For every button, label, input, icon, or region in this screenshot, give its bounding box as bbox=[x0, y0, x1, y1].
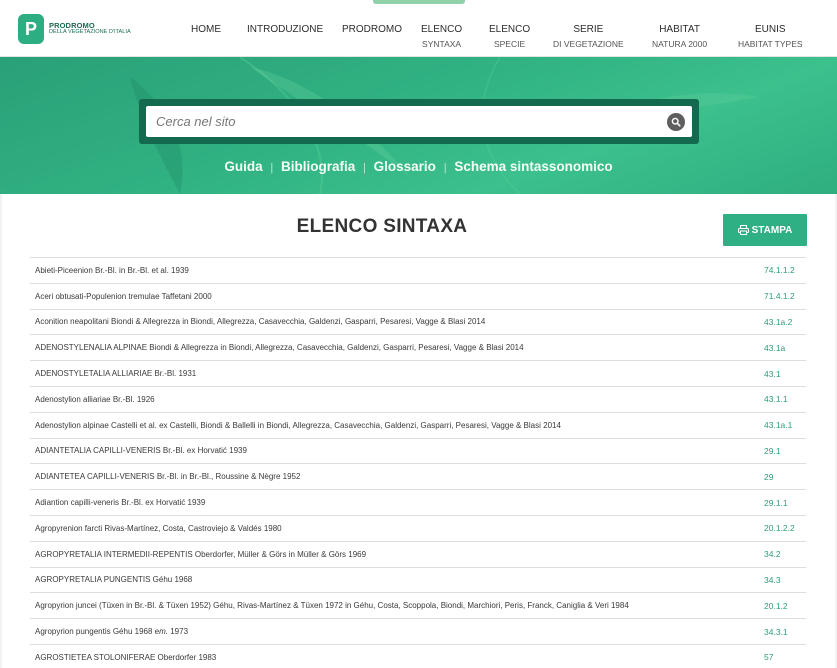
syntaxon-code[interactable]: 34.3 bbox=[764, 575, 781, 585]
syntaxon-code[interactable]: 34.3.1 bbox=[764, 627, 788, 637]
syntaxon-name[interactable]: ADIANTETALIA CAPILLI-VENERIS Br.-Bl. ex … bbox=[30, 446, 247, 455]
syntaxon-name[interactable]: Adenostylion alpinae Castelli et al. ex … bbox=[30, 421, 561, 430]
nav-sublabel: DI VEGETAZIONE bbox=[553, 39, 624, 49]
syntaxon-code[interactable]: 20.1.2.2 bbox=[764, 523, 795, 533]
table-row: ADIANTETALIA CAPILLI-VENERIS Br.-Bl. ex … bbox=[30, 437, 806, 464]
table-row: Abieti-Piceenion Br.-Bl. in Br.-Bl. et a… bbox=[30, 257, 806, 283]
nav-label: PRODROMO bbox=[342, 24, 402, 35]
print-label: STAMPA bbox=[751, 224, 793, 236]
link-glossario[interactable]: Glossario bbox=[374, 159, 436, 174]
syntaxon-name[interactable]: ADIANTETEA CAPILLI-VENERIS Br.-Bl. in Br… bbox=[30, 472, 300, 481]
nav-elenco-specie[interactable]: ELENCO SPECIE bbox=[489, 24, 530, 49]
table-row: AGROPYRETALIA INTERMEDII-REPENTIS Oberdo… bbox=[30, 540, 806, 567]
syntaxon-code[interactable]: 43.1 bbox=[764, 369, 781, 379]
syntaxon-name[interactable]: Agropyrenion farcti Rivas-Martínez, Cost… bbox=[30, 524, 282, 533]
link-guida[interactable]: Guida bbox=[224, 159, 262, 174]
syntaxon-name[interactable]: Aconition neapolitani Biondi & Allegrezz… bbox=[30, 317, 485, 326]
nav-sublabel: SPECIE bbox=[493, 39, 526, 49]
nav-label: EUNIS bbox=[755, 24, 786, 35]
nav-elenco-syntaxa[interactable]: ELENCO SYNTAXA bbox=[421, 24, 462, 49]
link-bibliografia[interactable]: Bibliografia bbox=[281, 159, 355, 174]
table-row: Aconition neapolitani Biondi & Allegrezz… bbox=[30, 308, 806, 335]
table-row: AGROSTIETEA STOLONIFERAE Oberdorfer 1983… bbox=[30, 643, 806, 668]
syntaxon-name[interactable]: Agropyrion pungentis Géhu 1968 em. 1973 bbox=[30, 627, 188, 636]
table-row: Adiantion capilli-veneris Br.-Bl. ex Hor… bbox=[30, 489, 806, 515]
nav-label: ELENCO bbox=[489, 24, 531, 35]
nav-serie-vegetazione[interactable]: SERIE DI VEGETAZIONE bbox=[553, 24, 624, 49]
nav-label: HOME bbox=[191, 24, 221, 35]
syntaxon-code[interactable]: 43.1.1 bbox=[764, 394, 788, 404]
link-separator: | bbox=[443, 162, 447, 174]
link-schema-sintassonomico[interactable]: Schema sintassonomico bbox=[454, 159, 612, 174]
hero-quick-links: Guida | Bibliografia | Glossario | Schem… bbox=[0, 159, 837, 174]
print-icon bbox=[737, 225, 749, 235]
nav-sublabel: NATURA 2000 bbox=[652, 39, 708, 49]
link-separator: | bbox=[270, 162, 274, 174]
syntaxon-name[interactable]: AGROPYRETALIA INTERMEDII-REPENTIS Oberdo… bbox=[30, 550, 366, 559]
print-button[interactable]: STAMPA bbox=[723, 214, 807, 246]
hero-banner: Guida | Bibliografia | Glossario | Schem… bbox=[0, 57, 837, 194]
nav-home[interactable]: HOME bbox=[191, 24, 221, 36]
link-separator: | bbox=[363, 162, 366, 174]
nav-label: HABITAT bbox=[659, 24, 700, 35]
nav-sublabel: HABITAT TYPES bbox=[738, 39, 803, 49]
syntaxon-name[interactable]: ADENOSTYLETALIA ALLIARIAE Br.-Bl. 1931 bbox=[30, 369, 196, 378]
syntaxon-code[interactable]: 57 bbox=[764, 652, 773, 662]
search-box bbox=[139, 99, 699, 144]
syntaxon-code[interactable]: 29.1 bbox=[764, 446, 781, 456]
table-row: ADENOSTYLETALIA ALLIARIAE Br.-Bl. 1931 4… bbox=[30, 360, 806, 386]
nav-habitat-natura-2000[interactable]: HABITAT NATURA 2000 bbox=[652, 24, 707, 49]
table-row: Agropyrenion farcti Rivas-Martínez, Cost… bbox=[30, 514, 806, 541]
nav-label: ELENCO bbox=[421, 24, 463, 35]
syntaxon-name[interactable]: AGROSTIETEA STOLONIFERAE Oberdorfer 1983 bbox=[30, 653, 216, 662]
table-row: ADIANTETEA CAPILLI-VENERIS Br.-Bl. in Br… bbox=[30, 463, 806, 489]
table-row: Adenostylion alliariae Br.-Bl. 1926 43.1… bbox=[30, 385, 806, 412]
syntaxon-name[interactable]: Adiantion capilli-veneris Br.-Bl. ex Hor… bbox=[30, 498, 205, 507]
table-row: Agropyrion juncei (Tüxen in Br.-Bl. & Tü… bbox=[30, 592, 806, 618]
table-row: Agropyrion pungentis Géhu 1968 em. 1973 … bbox=[30, 618, 806, 644]
syntaxon-name[interactable]: AGROPYRETALIA PUNGENTIS Géhu 1968 bbox=[30, 575, 192, 584]
table-row: AGROPYRETALIA PUNGENTIS Géhu 1968 34.3 bbox=[30, 566, 806, 593]
syntaxon-code[interactable]: 43.1a.2 bbox=[764, 317, 792, 327]
syntaxon-name-main: Agropyrion pungentis Géhu 1968 bbox=[35, 627, 153, 637]
table-row: Adenostylion alpinae Castelli et al. ex … bbox=[30, 411, 806, 438]
syntaxon-code[interactable]: 71.4.1.2 bbox=[764, 291, 795, 301]
nav-sublabel: SYNTAXA bbox=[422, 39, 462, 49]
syntaxon-code[interactable]: 43.1a bbox=[764, 343, 785, 353]
nav-prodromo[interactable]: PRODROMO bbox=[342, 24, 402, 36]
page-title: ELENCO SINTAXA bbox=[296, 216, 468, 237]
syntaxon-code[interactable]: 34.2 bbox=[764, 549, 781, 559]
syntaxon-code[interactable]: 74.1.1.2 bbox=[764, 265, 795, 275]
syntaxa-table: Abieti-Piceenion Br.-Bl. in Br.-Bl. et a… bbox=[30, 257, 806, 668]
syntaxon-code[interactable]: 20.1.2 bbox=[764, 601, 788, 611]
syntaxon-code[interactable]: 29.1.1 bbox=[764, 498, 788, 508]
search-input[interactable] bbox=[146, 106, 692, 137]
syntaxon-code[interactable]: 43.1a.1 bbox=[764, 420, 792, 430]
site-header: P PRODROMO DELLA VEGETAZIONE D'ITALIA HO… bbox=[0, 0, 837, 57]
table-row: Aceri obtusati-Populenion tremulae Taffe… bbox=[30, 282, 806, 309]
nav-label: SERIE bbox=[573, 24, 604, 35]
syntaxon-name[interactable]: Adenostylion alliariae Br.-Bl. 1926 bbox=[30, 395, 155, 404]
nav-introduzione[interactable]: INTRODUZIONE bbox=[247, 24, 323, 36]
syntaxon-name[interactable]: ADENOSTYLENALIA ALPINAE Biondi & Allegre… bbox=[30, 343, 524, 352]
search-icon[interactable] bbox=[667, 113, 685, 131]
syntaxon-emend: em. bbox=[154, 627, 168, 637]
table-row: ADENOSTYLENALIA ALPINAE Biondi & Allegre… bbox=[30, 334, 806, 360]
nav-eunis[interactable]: EUNIS HABITAT TYPES bbox=[738, 24, 803, 49]
main-nav: HOME INTRODUZIONE PRODROMO ELENCO SYNTAX… bbox=[0, 0, 837, 57]
syntaxon-code[interactable]: 29 bbox=[764, 472, 773, 482]
main-content: ELENCO SINTAXA STAMPA Abieti-Piceenion B… bbox=[2, 194, 835, 668]
syntaxon-name[interactable]: Agropyrion juncei (Tüxen in Br.-Bl. & Tü… bbox=[30, 601, 629, 610]
syntaxon-name[interactable]: Abieti-Piceenion Br.-Bl. in Br.-Bl. et a… bbox=[30, 266, 189, 275]
syntaxon-name-tail: 1973 bbox=[170, 627, 189, 637]
syntaxon-name[interactable]: Aceri obtusati-Populenion tremulae Taffe… bbox=[30, 292, 212, 301]
nav-label: INTRODUZIONE bbox=[247, 24, 324, 35]
